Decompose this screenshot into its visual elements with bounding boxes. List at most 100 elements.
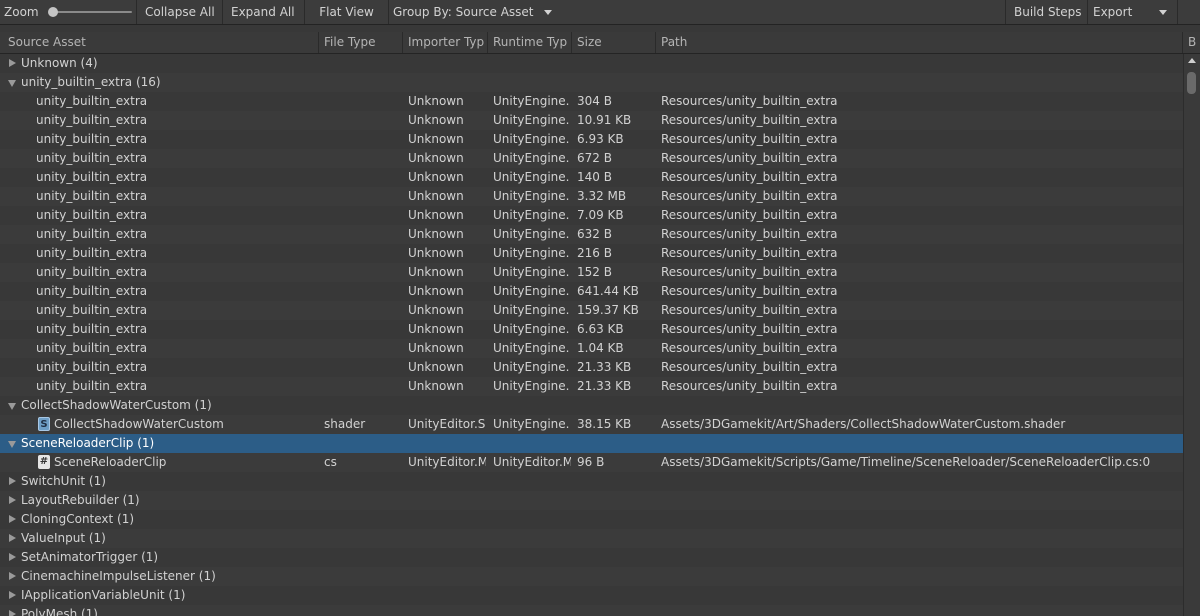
cell-file-type bbox=[324, 111, 404, 130]
tree-item-row[interactable]: unity_builtin_extra Unknown UnityEngine. 21… bbox=[0, 244, 1183, 263]
tree-group-row[interactable]: ValueInput (1) bbox=[0, 529, 1183, 548]
cell-file-type bbox=[324, 263, 404, 282]
expand-arrow-right-icon[interactable] bbox=[9, 515, 16, 523]
tree-group-row[interactable]: CollectShadowWaterCustom (1) bbox=[0, 396, 1183, 415]
tree-item-row[interactable]: unity_builtin_extra Unknown UnityEngine. 21… bbox=[0, 377, 1183, 396]
tree-item-row[interactable]: unity_builtin_extra Unknown UnityEngine. 14… bbox=[0, 168, 1183, 187]
asset-name: unity_builtin_extra bbox=[36, 341, 148, 355]
tree-item-row[interactable]: unity_builtin_extra Unknown UnityEngine. 67… bbox=[0, 149, 1183, 168]
cell-runtime: UnityEngine. bbox=[493, 360, 570, 374]
cell-importer: UnityEditor.S bbox=[408, 417, 486, 431]
expand-arrow-down-icon[interactable] bbox=[8, 80, 16, 87]
asset-name: unity_builtin_extra bbox=[36, 94, 148, 108]
asset-name: unity_builtin_extra bbox=[36, 208, 148, 222]
tree-item-row[interactable]: # SceneReloaderClip cs UnityEditor.M UnityEd… bbox=[0, 453, 1183, 472]
build-steps-button[interactable]: Build Steps bbox=[1005, 0, 1087, 24]
column-header-runtime-type[interactable]: Runtime Typ bbox=[487, 32, 571, 53]
expand-arrow-right-icon[interactable] bbox=[9, 477, 16, 485]
cell-size: 96 B bbox=[577, 455, 605, 469]
tree-item-row[interactable]: unity_builtin_extra Unknown UnityEngine. 15… bbox=[0, 301, 1183, 320]
cell-importer: Unknown bbox=[408, 170, 464, 184]
tree-item-row[interactable]: unity_builtin_extra Unknown UnityEngine. 7.… bbox=[0, 206, 1183, 225]
expand-arrow-right-icon[interactable] bbox=[9, 553, 16, 561]
collapse-all-button[interactable]: Collapse All bbox=[136, 0, 220, 24]
column-header-b[interactable]: B bbox=[1182, 32, 1200, 53]
asset-name: unity_builtin_extra bbox=[36, 303, 148, 317]
column-header-size[interactable]: Size bbox=[571, 32, 655, 53]
expand-arrow-right-icon[interactable] bbox=[9, 534, 16, 542]
scroll-up-arrow-icon[interactable] bbox=[1188, 58, 1196, 63]
tree-group-row[interactable]: SceneReloaderClip (1) bbox=[0, 434, 1183, 453]
expand-arrow-right-icon[interactable] bbox=[9, 59, 16, 67]
cell-path: Resources/unity_builtin_extra bbox=[661, 208, 838, 222]
tree-group-row[interactable]: unity_builtin_extra (16) bbox=[0, 73, 1183, 92]
cell-path: Resources/unity_builtin_extra bbox=[661, 284, 838, 298]
cell-importer: Unknown bbox=[408, 208, 464, 222]
cell-path: Resources/unity_builtin_extra bbox=[661, 94, 838, 108]
cell-importer: Unknown bbox=[408, 341, 464, 355]
asset-name: SceneReloaderClip bbox=[54, 455, 167, 469]
tree-group-row[interactable]: CloningContext (1) bbox=[0, 510, 1183, 529]
cell-runtime: UnityEngine. bbox=[493, 208, 570, 222]
tree-item-row[interactable]: unity_builtin_extra Unknown UnityEngine. 1.… bbox=[0, 339, 1183, 358]
tree-item-row[interactable]: unity_builtin_extra Unknown UnityEngine. 15… bbox=[0, 263, 1183, 282]
cell-file-type bbox=[324, 244, 404, 263]
expand-arrow-down-icon[interactable] bbox=[8, 441, 16, 448]
cell-file-type bbox=[324, 358, 404, 377]
cell-file-type bbox=[324, 225, 404, 244]
tree-item-row[interactable]: unity_builtin_extra Unknown UnityEngine. 10… bbox=[0, 111, 1183, 130]
cell-runtime: UnityEngine. bbox=[493, 94, 570, 108]
tree-item-row[interactable]: unity_builtin_extra Unknown UnityEngine. 3.… bbox=[0, 187, 1183, 206]
tree-group-row[interactable]: IApplicationVariableUnit (1) bbox=[0, 586, 1183, 605]
column-header-source-asset[interactable]: Source Asset bbox=[2, 32, 318, 53]
tree-group-row[interactable]: SwitchUnit (1) bbox=[0, 472, 1183, 491]
tree-item-row[interactable]: unity_builtin_extra Unknown UnityEngine. 64… bbox=[0, 282, 1183, 301]
zoom-slider-handle[interactable] bbox=[48, 7, 58, 17]
tree-item-row[interactable]: unity_builtin_extra Unknown UnityEngine. 6.… bbox=[0, 130, 1183, 149]
group-name: CinemachineImpulseListener (1) bbox=[21, 569, 216, 583]
tree-group-row[interactable]: PolyMesh (1) bbox=[0, 605, 1183, 616]
column-header-file-type[interactable]: File Type bbox=[318, 32, 402, 53]
group-name: ValueInput (1) bbox=[21, 531, 106, 545]
cell-runtime: UnityEditor.M bbox=[493, 455, 571, 469]
expand-all-button[interactable]: Expand All bbox=[222, 0, 302, 24]
chevron-down-icon bbox=[1159, 10, 1167, 15]
expand-arrow-right-icon[interactable] bbox=[9, 496, 16, 504]
asset-name: unity_builtin_extra bbox=[36, 189, 148, 203]
tree-item-row[interactable]: unity_builtin_extra Unknown UnityEngine. 30… bbox=[0, 92, 1183, 111]
cell-file-type bbox=[324, 282, 404, 301]
cell-importer: Unknown bbox=[408, 322, 464, 336]
flat-view-button[interactable]: Flat View bbox=[304, 0, 388, 24]
expand-arrow-right-icon[interactable] bbox=[9, 610, 16, 616]
cell-runtime: UnityEngine. bbox=[493, 265, 570, 279]
tree-item-row[interactable]: unity_builtin_extra Unknown UnityEngine. 6.… bbox=[0, 320, 1183, 339]
zoom-slider[interactable] bbox=[50, 11, 132, 13]
group-by-dropdown[interactable]: Group By: Source Asset bbox=[388, 0, 560, 24]
cell-file-type bbox=[324, 206, 404, 225]
tree-group-row[interactable]: Unknown (4) bbox=[0, 54, 1183, 73]
cell-size: 21.33 KB bbox=[577, 360, 632, 374]
asset-name: unity_builtin_extra bbox=[36, 360, 148, 374]
group-name: CollectShadowWaterCustom (1) bbox=[21, 398, 212, 412]
group-name: CloningContext (1) bbox=[21, 512, 135, 526]
tree-group-row[interactable]: CinemachineImpulseListener (1) bbox=[0, 567, 1183, 586]
cell-file-type: shader bbox=[324, 417, 366, 431]
tree-item-row[interactable]: unity_builtin_extra Unknown UnityEngine. 21… bbox=[0, 358, 1183, 377]
cell-runtime: UnityEngine. bbox=[493, 132, 570, 146]
expand-arrow-right-icon[interactable] bbox=[9, 572, 16, 580]
chevron-down-icon bbox=[544, 10, 552, 15]
tree-group-row[interactable]: SetAnimatorTrigger (1) bbox=[0, 548, 1183, 567]
asset-name: unity_builtin_extra bbox=[36, 246, 148, 260]
column-header-importer-type[interactable]: Importer Typ bbox=[402, 32, 487, 53]
cell-size: 672 B bbox=[577, 151, 612, 165]
expand-arrow-right-icon[interactable] bbox=[9, 591, 16, 599]
zoom-label: Zoom bbox=[4, 5, 39, 19]
vertical-scrollbar[interactable] bbox=[1183, 54, 1200, 616]
column-header-path[interactable]: Path bbox=[655, 32, 1183, 53]
scrollbar-thumb[interactable] bbox=[1187, 72, 1196, 94]
tree-group-row[interactable]: LayoutRebuilder (1) bbox=[0, 491, 1183, 510]
cell-file-type bbox=[324, 168, 404, 187]
tree-item-row[interactable]: unity_builtin_extra Unknown UnityEngine. 63… bbox=[0, 225, 1183, 244]
expand-arrow-down-icon[interactable] bbox=[8, 403, 16, 410]
tree-item-row[interactable]: S CollectShadowWaterCustom shader UnityEdit… bbox=[0, 415, 1183, 434]
